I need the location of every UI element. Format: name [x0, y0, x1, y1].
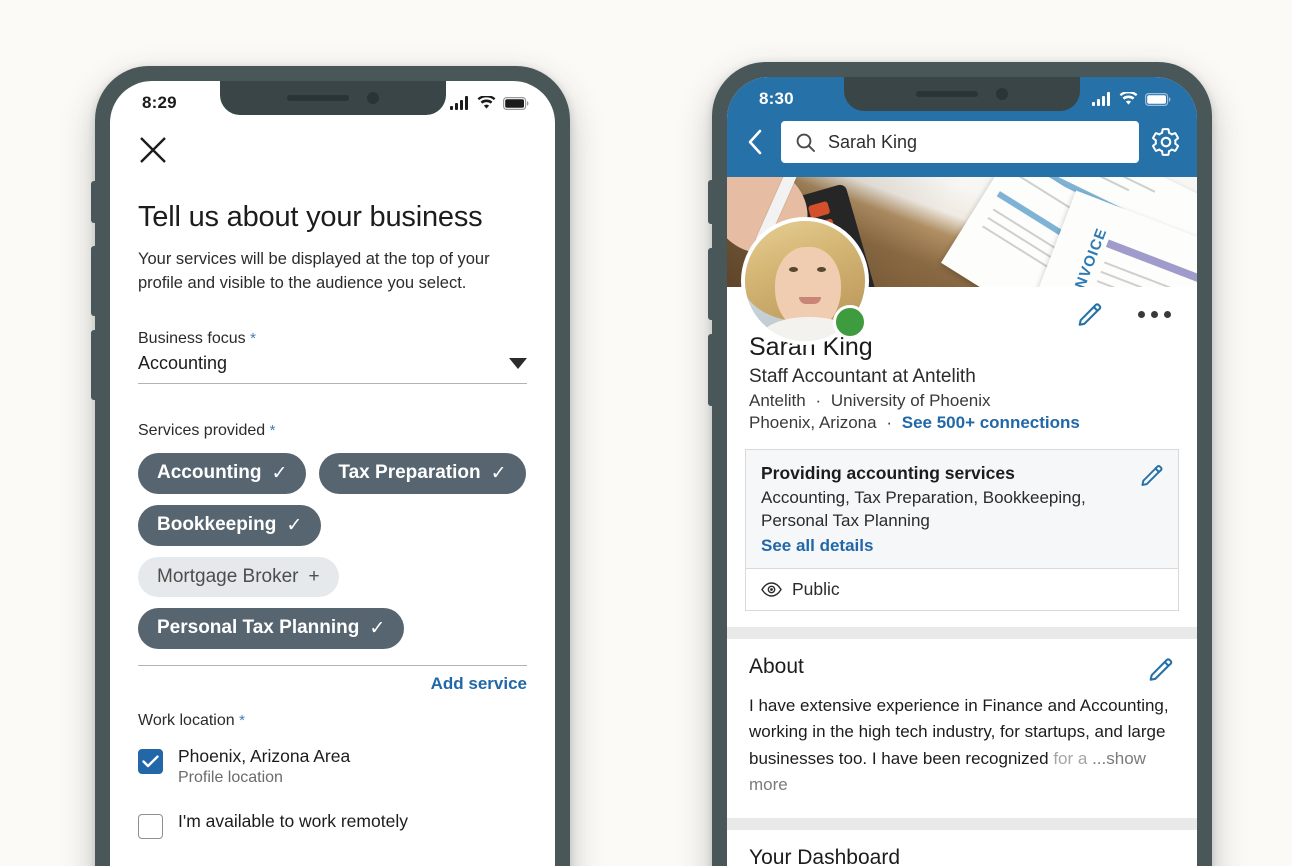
avatar[interactable]: [741, 217, 869, 345]
services-card-line2: Personal Tax Planning: [761, 510, 930, 530]
status-time: 8:30: [759, 89, 794, 108]
search-icon: [796, 133, 815, 152]
services-provided-label: Services provided *: [138, 421, 276, 439]
service-chip[interactable]: Bookkeeping ✓: [138, 504, 322, 546]
checkbox-unchecked[interactable]: [138, 813, 163, 839]
dashboard-section: Your Dashboard: [727, 830, 1197, 866]
dashboard-title: Your Dashboard: [749, 846, 900, 866]
separator: ·: [815, 391, 822, 410]
online-status-badge: [833, 305, 867, 339]
page-subtitle: Your services will be displayed at the t…: [138, 250, 490, 292]
close-icon[interactable]: [136, 133, 170, 167]
right-phone-screen: 8:30 Sarah King INVOICE Sarah King Staff…: [727, 77, 1197, 866]
battery-icon: [503, 96, 529, 110]
wifi-icon: [477, 96, 496, 109]
phone-side-button-mute[interactable]: [708, 180, 715, 224]
back-chevron-icon[interactable]: [743, 127, 769, 157]
gear-icon[interactable]: [1151, 127, 1181, 157]
work-location-label: Work location *: [138, 711, 245, 729]
services-card-line1: Accounting, Tax Preparation, Bookkeeping…: [761, 488, 1086, 507]
work-location-option-profile[interactable]: Phoenix, Arizona Area Profile location: [138, 746, 527, 787]
app-header-bar: Sarah King: [727, 121, 1197, 177]
pencil-icon[interactable]: [1147, 655, 1175, 688]
check-icon: ✓: [369, 617, 386, 639]
service-chip[interactable]: Mortgage Broker +: [138, 556, 339, 597]
service-chip-group: Accounting ✓ Tax Preparation ✓ Bookkeepi…: [138, 452, 527, 649]
chevron-down-icon: [509, 357, 527, 369]
screenshot-canvas: 8:29 Tell us about your business Your se…: [0, 0, 1292, 866]
phone-side-button-volume-down[interactable]: [91, 330, 98, 400]
business-focus-label: Business focus *: [138, 329, 256, 347]
signal-bars-icon: [1092, 92, 1110, 106]
check-icon: ✓: [490, 462, 507, 484]
status-time: 8:29: [142, 93, 177, 112]
required-marker: *: [239, 711, 245, 729]
profile-location: Phoenix, Arizona: [749, 413, 877, 432]
pencil-icon[interactable]: [1139, 462, 1165, 493]
option-sublabel: Profile location: [178, 768, 283, 786]
work-location-option-remote[interactable]: I'm available to work remotely: [138, 811, 527, 839]
page-title: Tell us about your business: [138, 201, 483, 233]
visibility-label: Public: [792, 578, 840, 599]
connections-link[interactable]: See 500+ connections: [902, 413, 1080, 432]
profile-company-school: Antelith · University of Phoenix: [749, 391, 1175, 411]
services-card: Providing accounting services Accounting…: [745, 449, 1179, 611]
checkbox-checked[interactable]: [138, 748, 163, 774]
plus-icon: +: [308, 565, 320, 587]
visibility-row: Public: [746, 567, 1178, 610]
status-icon-group: [1092, 92, 1171, 106]
check-icon: ✓: [271, 462, 288, 484]
phone-side-button-volume-up[interactable]: [91, 246, 98, 316]
status-icon-group: [450, 96, 529, 110]
services-card-body: Providing accounting services Accounting…: [746, 450, 1178, 568]
option-label: Phoenix, Arizona Area: [178, 745, 351, 766]
search-value: Sarah King: [828, 131, 918, 152]
work-location-option-text: Phoenix, Arizona Area Profile location: [178, 746, 350, 787]
about-text: I have extensive experience in Finance a…: [749, 693, 1175, 798]
pencil-icon[interactable]: [1076, 300, 1104, 328]
separator: ·: [886, 413, 892, 432]
business-focus-field: Business focus * Accounting: [138, 330, 527, 384]
about-title: About: [749, 654, 804, 678]
status-bar: 8:30: [727, 77, 1197, 121]
work-location-field: Work location * Phoenix, Arizona Area Pr…: [138, 712, 527, 839]
eye-icon: [761, 582, 782, 597]
company-name: Antelith: [749, 391, 806, 410]
service-chip[interactable]: Personal Tax Planning ✓: [138, 607, 405, 649]
more-options-icon[interactable]: [1134, 307, 1175, 322]
required-marker: *: [250, 329, 256, 347]
phone-side-button-volume-down[interactable]: [708, 334, 715, 406]
service-chip[interactable]: Accounting ✓: [138, 452, 307, 494]
services-provided-field: Services provided * Accounting ✓ Tax Pre…: [138, 422, 527, 694]
signal-bars-icon: [450, 96, 468, 110]
about-section: About I have extensive experience in Fin…: [727, 638, 1197, 817]
battery-icon: [1145, 92, 1171, 106]
required-marker: *: [269, 421, 276, 439]
business-focus-value: Accounting: [138, 352, 228, 373]
check-icon: ✓: [286, 514, 303, 536]
phone-side-button-volume-up[interactable]: [708, 248, 715, 320]
profile-headline: Staff Accountant at Antelith: [749, 366, 976, 387]
left-phone-content: Tell us about your business Your service…: [110, 133, 555, 866]
status-bar: 8:29: [110, 81, 555, 125]
profile-location-connections: Phoenix, Arizona · See 500+ connections: [749, 413, 1175, 433]
business-focus-select[interactable]: Accounting: [138, 353, 527, 384]
profile-info: Sarah King Staff Accountant at Antelith …: [727, 331, 1197, 449]
section-divider: [727, 818, 1197, 831]
phone-side-button-mute[interactable]: [91, 181, 98, 223]
wifi-icon: [1119, 92, 1138, 105]
service-chip[interactable]: Tax Preparation ✓: [319, 452, 526, 494]
see-all-details-link[interactable]: See all details: [761, 536, 1163, 556]
right-phone-device: 8:30 Sarah King INVOICE Sarah King Staff…: [708, 62, 1212, 866]
left-phone-device: 8:29 Tell us about your business Your se…: [91, 66, 570, 866]
search-input[interactable]: Sarah King: [781, 121, 1139, 163]
services-card-title: Providing accounting services: [761, 463, 1015, 483]
add-service-button[interactable]: Add service: [138, 666, 527, 694]
about-text-faded: for a: [1053, 748, 1093, 768]
option-label: I'm available to work remotely: [178, 810, 408, 831]
section-divider: [727, 626, 1197, 639]
school-name: University of Phoenix: [830, 391, 991, 410]
left-phone-screen: 8:29 Tell us about your business Your se…: [110, 81, 555, 866]
